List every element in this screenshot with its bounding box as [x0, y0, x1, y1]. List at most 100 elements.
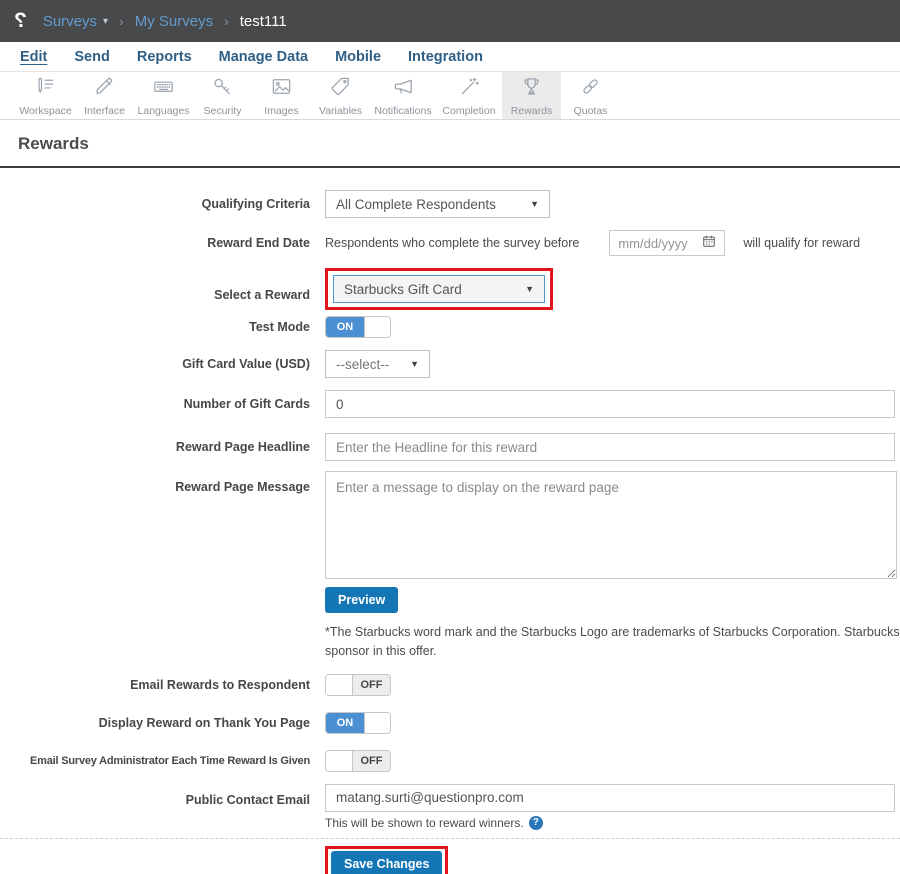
toggle-state: ON: [326, 317, 364, 337]
row-disclaimer: *The Starbucks word mark and the Starbuc…: [0, 623, 900, 662]
chevron-down-icon[interactable]: ▾: [103, 16, 108, 27]
row-save: Save Changes: [0, 846, 900, 874]
toolbar-item-quotas[interactable]: Quotas: [561, 72, 620, 119]
chevron-down-icon: ▼: [530, 199, 539, 209]
row-test-mode: Test Mode ON: [0, 316, 900, 338]
toolbar-label: Images: [264, 105, 298, 117]
questionpro-logo-icon[interactable]: ?: [14, 9, 27, 33]
select-reward-select[interactable]: Starbucks Gift Card ▼: [333, 275, 545, 303]
toolbar-item-completion[interactable]: Completion: [436, 72, 502, 119]
row-email-rewards: Email Rewards to Respondent OFF: [0, 674, 900, 696]
toolbar-label: Interface: [84, 105, 125, 117]
after-date-text: will qualify for reward: [743, 236, 860, 250]
row-reward-page-message: Reward Page Message: [0, 471, 900, 579]
reward-page-message-textarea[interactable]: [325, 471, 897, 579]
email-helper-text: This will be shown to reward winners.: [325, 816, 524, 830]
row-preview: Preview: [0, 587, 900, 613]
toolbar-item-rewards[interactable]: Rewards: [502, 72, 561, 119]
annotation-highlight-box: Starbucks Gift Card ▼: [325, 268, 553, 310]
row-qualifying-criteria: Qualifying Criteria All Complete Respond…: [0, 190, 900, 218]
toggle-knob: [326, 675, 353, 695]
display-reward-label: Display Reward on Thank You Page: [0, 715, 310, 731]
selected-value: Starbucks Gift Card: [344, 282, 462, 297]
row-reward-page-headline: Reward Page Headline: [0, 433, 900, 461]
calendar-icon[interactable]: [702, 234, 716, 253]
email-rewards-label: Email Rewards to Respondent: [0, 677, 310, 693]
toolbar-label: Workspace: [19, 105, 71, 117]
select-reward-label: Select a Reward: [0, 274, 310, 303]
test-mode-toggle[interactable]: ON: [325, 316, 391, 338]
gift-card-value-select[interactable]: --select-- ▼: [325, 350, 430, 378]
toolbar-label: Notifications: [374, 105, 431, 117]
annotation-highlight-box: Save Changes: [325, 846, 448, 874]
megaphone-icon: [392, 75, 415, 103]
main-tab-bar: Edit Send Reports Manage Data Mobile Int…: [0, 42, 900, 72]
toolbar-label: Completion: [442, 105, 495, 117]
breadcrumb-survey-name: test111: [240, 13, 287, 30]
row-select-reward: Select a Reward Starbucks Gift Card ▼: [0, 268, 900, 310]
chain-links-icon: [579, 75, 602, 103]
reward-page-headline-input[interactable]: [325, 433, 895, 461]
tab-send[interactable]: Send: [74, 49, 109, 65]
toolbar-item-images[interactable]: Images: [252, 72, 311, 119]
date-placeholder: mm/dd/yyyy: [618, 236, 687, 251]
qualifying-criteria-select[interactable]: All Complete Respondents ▼: [325, 190, 550, 218]
toggle-knob: [364, 317, 390, 337]
email-admin-label: Email Survey Administrator Each Time Rew…: [0, 754, 310, 768]
tab-manage-data[interactable]: Manage Data: [219, 49, 308, 65]
qualifying-criteria-label: Qualifying Criteria: [0, 196, 310, 212]
toolbar-label: Variables: [319, 105, 362, 117]
breadcrumb-separator: ›: [119, 13, 124, 29]
page-title: Rewards: [18, 134, 900, 154]
reward-end-date-input[interactable]: mm/dd/yyyy: [609, 230, 725, 256]
email-rewards-toggle[interactable]: OFF: [325, 674, 391, 696]
save-changes-button[interactable]: Save Changes: [331, 851, 442, 874]
tab-mobile[interactable]: Mobile: [335, 49, 381, 65]
toolbar-item-workspace[interactable]: Workspace: [16, 72, 75, 119]
row-number-of-gift-cards: Number of Gift Cards: [0, 390, 900, 418]
email-admin-toggle[interactable]: OFF: [325, 750, 391, 772]
toolbar-item-interface[interactable]: Interface: [75, 72, 134, 119]
heading-divider: [0, 166, 900, 168]
toolbar-label: Languages: [138, 105, 190, 117]
tab-reports[interactable]: Reports: [137, 49, 192, 65]
reward-page-headline-label: Reward Page Headline: [0, 439, 310, 455]
row-display-reward: Display Reward on Thank You Page ON: [0, 712, 900, 734]
toolbar-label: Security: [204, 105, 242, 117]
starbucks-disclaimer-text: *The Starbucks word mark and the Starbuc…: [325, 623, 900, 662]
toggle-knob: [364, 713, 390, 733]
tab-integration[interactable]: Integration: [408, 49, 483, 65]
dashed-divider: [0, 838, 900, 839]
toolbar-item-languages[interactable]: Languages: [134, 72, 193, 119]
row-email-admin: Email Survey Administrator Each Time Rew…: [0, 750, 900, 772]
selected-value: --select--: [336, 357, 389, 372]
toggle-knob: [326, 751, 353, 771]
selected-value: All Complete Respondents: [336, 197, 496, 212]
toolbar-item-security[interactable]: Security: [193, 72, 252, 119]
public-contact-email-input[interactable]: [325, 784, 895, 812]
public-contact-email-label: Public Contact Email: [0, 784, 310, 808]
before-date-text: Respondents who complete the survey befo…: [325, 236, 579, 250]
toggle-state: OFF: [353, 751, 390, 771]
toolbar-item-notifications[interactable]: Notifications: [370, 72, 436, 119]
number-of-gift-cards-label: Number of Gift Cards: [0, 396, 310, 412]
gift-card-value-label: Gift Card Value (USD): [0, 356, 310, 372]
number-of-gift-cards-input[interactable]: [325, 390, 895, 418]
toolbar-label: Rewards: [511, 105, 552, 117]
test-mode-label: Test Mode: [0, 319, 310, 335]
reward-page-message-label: Reward Page Message: [0, 471, 310, 495]
preview-button[interactable]: Preview: [325, 587, 398, 613]
breadcrumb-my-surveys[interactable]: My Surveys: [135, 13, 213, 30]
row-reward-end-date: Reward End Date Respondents who complete…: [0, 230, 900, 256]
display-reward-toggle[interactable]: ON: [325, 712, 391, 734]
toggle-state: ON: [326, 713, 364, 733]
help-icon[interactable]: ?: [529, 816, 543, 830]
row-public-contact-email: Public Contact Email This will be shown …: [0, 784, 900, 830]
toolbar-item-variables[interactable]: Variables: [311, 72, 370, 119]
reward-end-date-label: Reward End Date: [0, 235, 310, 251]
breadcrumb-surveys[interactable]: Surveys: [43, 13, 97, 30]
tab-edit[interactable]: Edit: [20, 49, 47, 65]
toolbar-label: Quotas: [574, 105, 608, 117]
pen-list-icon: [34, 75, 57, 103]
row-gift-card-value: Gift Card Value (USD) --select-- ▼: [0, 350, 900, 378]
